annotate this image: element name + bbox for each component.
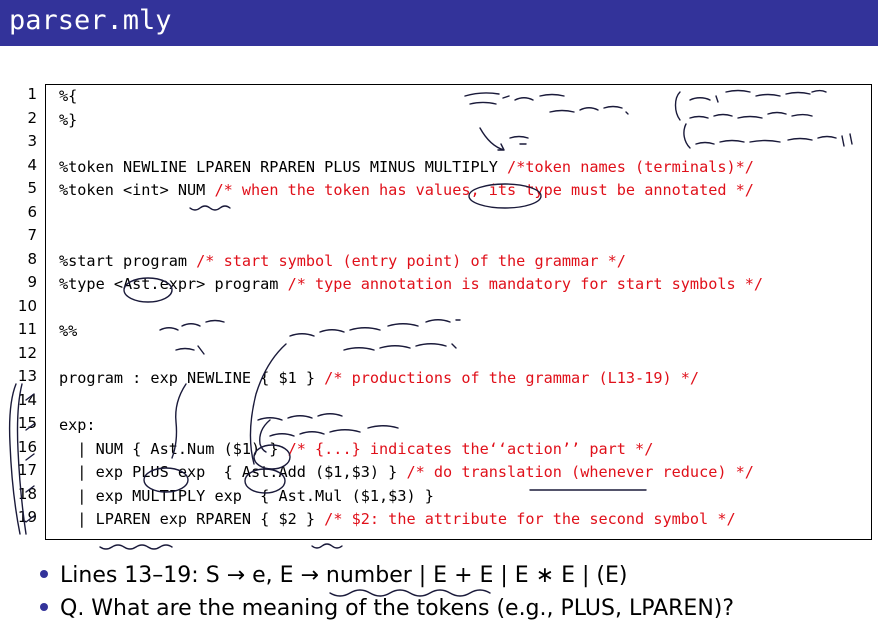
line-number: 4 (27, 155, 37, 174)
code-line-16: | NUM { Ast.Num ($1) } /* {...} indicate… (59, 439, 654, 458)
code-line-19: | LPAREN exp RPAREN { $2 } /* $2: the at… (59, 510, 736, 528)
bullet-item: Lines 13–19: S → e, E → number | E + E |… (40, 562, 628, 590)
line-number: 2 (27, 108, 37, 127)
line-number: 18 (17, 484, 37, 503)
line-number: 6 (27, 202, 37, 221)
bullet-dot-icon (40, 603, 48, 611)
code-line-9: %type <Ast.expr> program /* type annotat… (59, 275, 764, 293)
line-number: 19 (17, 508, 37, 526)
title-bar: parser.mly (0, 0, 878, 46)
line-number: 11 (17, 320, 37, 338)
line-number: 10 (17, 296, 37, 315)
code-line-1: %{ (59, 87, 78, 105)
line-number: 8 (27, 249, 37, 268)
code-line-13: program : exp NEWLINE { $1 } /* producti… (59, 369, 700, 387)
line-number: 14 (17, 390, 37, 409)
line-number: 7 (27, 226, 37, 244)
line-number: 12 (17, 343, 37, 362)
code-line-5: %token <int> NUM /* when the token has v… (59, 181, 754, 199)
line-number: 13 (17, 367, 37, 385)
code-line-8: %start program /* start symbol (entry po… (59, 251, 626, 270)
line-number: 5 (27, 179, 37, 197)
line-number: 15 (17, 414, 37, 432)
line-number: 9 (27, 273, 37, 291)
line-number: 3 (27, 132, 37, 150)
code-line-17: | exp PLUS exp { Ast.Add ($1,$3) } /* do… (59, 463, 754, 481)
code-line-11: %% (59, 322, 78, 340)
slide-title: parser.mly (9, 5, 172, 36)
code-line-15: exp: (59, 416, 96, 434)
code-line-18: | exp MULTIPLY exp { Ast.Mul ($1,$3) } (59, 486, 434, 505)
code-line-2: %} (59, 110, 78, 129)
line-number: 17 (17, 461, 37, 479)
code-line-4: %token NEWLINE LPAREN RPAREN PLUS MINUS … (59, 157, 754, 176)
line-number: 1 (27, 85, 37, 103)
bullet-item: Q. What are the meaning of the tokens (e… (40, 595, 734, 623)
line-number: 16 (17, 437, 37, 456)
bullet-dot-icon (40, 570, 48, 578)
